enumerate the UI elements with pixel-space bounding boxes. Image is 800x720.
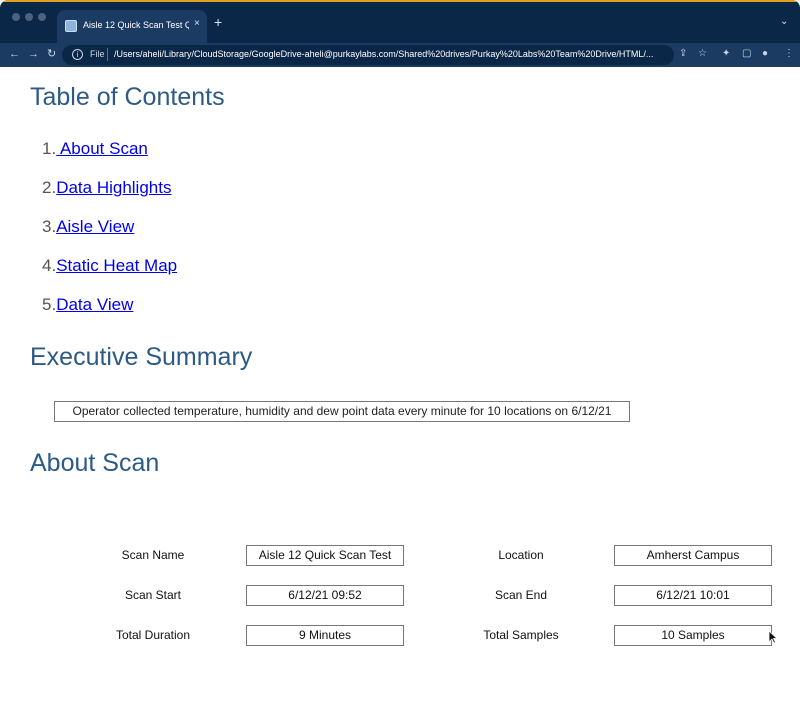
profile-icon[interactable]: ●: [762, 47, 768, 61]
toc-item-data-view: 5.Data View: [42, 295, 133, 315]
toc-heading: Table of Contents: [30, 83, 225, 111]
toc-item-data-highlights: 2.Data Highlights: [42, 178, 171, 198]
total-samples-label: Total Samples: [483, 628, 559, 642]
toc-link-data-view[interactable]: Data View: [56, 295, 133, 314]
mouse-cursor-icon: [768, 630, 778, 644]
total-duration-label: Total Duration: [115, 628, 191, 642]
url-divider: [107, 48, 108, 61]
toc-link-aisle-view[interactable]: Aisle View: [56, 217, 134, 236]
url-scheme-label: File: [90, 49, 105, 59]
window-zoom-dot[interactable]: [38, 13, 46, 21]
location-label: Location: [498, 548, 544, 562]
toc-link-static-heat-map[interactable]: Static Heat Map: [56, 256, 177, 275]
page-content: Table of Contents 1. About Scan 2.Data H…: [0, 67, 800, 720]
new-tab-icon[interactable]: +: [214, 15, 222, 29]
toc-number: 2.: [42, 178, 57, 197]
browser-window: Aisle 12 Quick Scan Test Quick × + ⌄ ← →…: [0, 0, 800, 720]
tab-bar: Aisle 12 Quick Scan Test Quick × + ⌄: [0, 0, 800, 45]
toc-item-static-heat-map: 4.Static Heat Map: [42, 256, 177, 276]
reload-icon[interactable]: ↻: [47, 46, 56, 62]
toc-number: 1.: [42, 139, 57, 158]
scan-end-label: Scan End: [494, 588, 548, 602]
back-icon[interactable]: ←: [9, 46, 20, 62]
scan-name-label: Scan Name: [121, 548, 185, 562]
toc-number: 3.: [42, 217, 57, 236]
scan-end-value: 6/12/21 10:01: [614, 585, 772, 606]
url-text[interactable]: /Users/aheli/Library/CloudStorage/Google…: [114, 49, 670, 59]
window-close-dot[interactable]: [12, 13, 20, 21]
forward-icon[interactable]: →: [28, 46, 39, 62]
location-value: Amherst Campus: [614, 545, 772, 566]
close-tab-icon[interactable]: ×: [194, 18, 200, 29]
extensions-icon[interactable]: ✦: [722, 47, 730, 61]
address-bar[interactable]: i File /Users/aheli/Library/CloudStorage…: [62, 45, 674, 65]
total-samples-value: 10 Samples: [614, 625, 772, 646]
toc-link-data-highlights[interactable]: Data Highlights: [56, 178, 171, 197]
toc-link-about-scan[interactable]: About Scan: [56, 139, 148, 158]
executive-summary-text: Operator collected temperature, humidity…: [54, 401, 630, 422]
scan-start-value: 6/12/21 09:52: [246, 585, 404, 606]
total-duration-value: 9 Minutes: [246, 625, 404, 646]
toc-item-about-scan: 1. About Scan: [42, 139, 148, 159]
tab-search-chevron-icon[interactable]: ⌄: [780, 16, 788, 27]
toc-number: 4.: [42, 256, 57, 275]
info-icon[interactable]: i: [72, 49, 83, 60]
tab-active[interactable]: Aisle 12 Quick Scan Test Quick ×: [57, 10, 207, 45]
toc-number: 5.: [42, 295, 57, 314]
toc-item-aisle-view: 3.Aisle View: [42, 217, 134, 237]
about-scan-heading: About Scan: [30, 449, 160, 477]
scan-name-value: Aisle 12 Quick Scan Test: [246, 545, 404, 566]
star-icon[interactable]: ☆: [698, 47, 707, 61]
menu-icon[interactable]: ⋮: [784, 47, 794, 61]
scan-start-label: Scan Start: [124, 588, 182, 602]
page-favicon-icon: [65, 20, 77, 32]
share-icon[interactable]: ⇪: [679, 47, 687, 61]
executive-summary-heading: Executive Summary: [30, 343, 253, 371]
tab-title: Aisle 12 Quick Scan Test Quick: [83, 20, 189, 30]
sidebar-icon[interactable]: ▢: [742, 47, 751, 61]
browser-toolbar: ← → ↻ i File /Users/aheli/Library/CloudS…: [0, 43, 800, 67]
window-minimize-dot[interactable]: [25, 13, 33, 21]
